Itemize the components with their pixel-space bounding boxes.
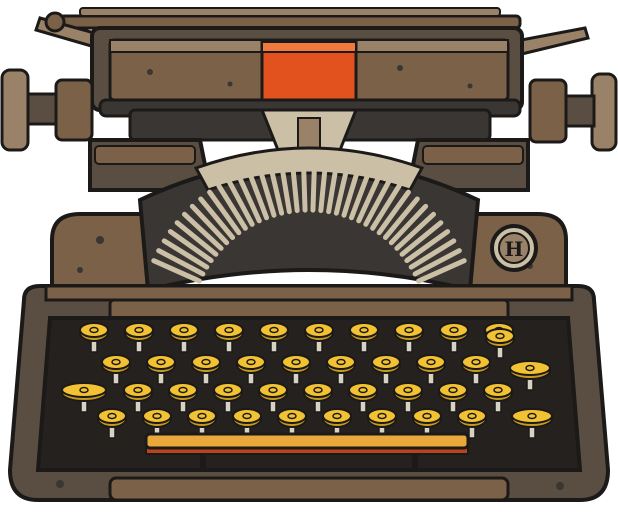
type-bar <box>310 157 318 213</box>
type-bar <box>300 157 308 213</box>
typewriter-illustration: H <box>0 0 618 512</box>
brand-badge: H <box>490 224 538 272</box>
left-platen-knob <box>0 68 94 152</box>
badge-glyph: H <box>505 237 524 261</box>
right-platen-knob <box>528 72 618 152</box>
